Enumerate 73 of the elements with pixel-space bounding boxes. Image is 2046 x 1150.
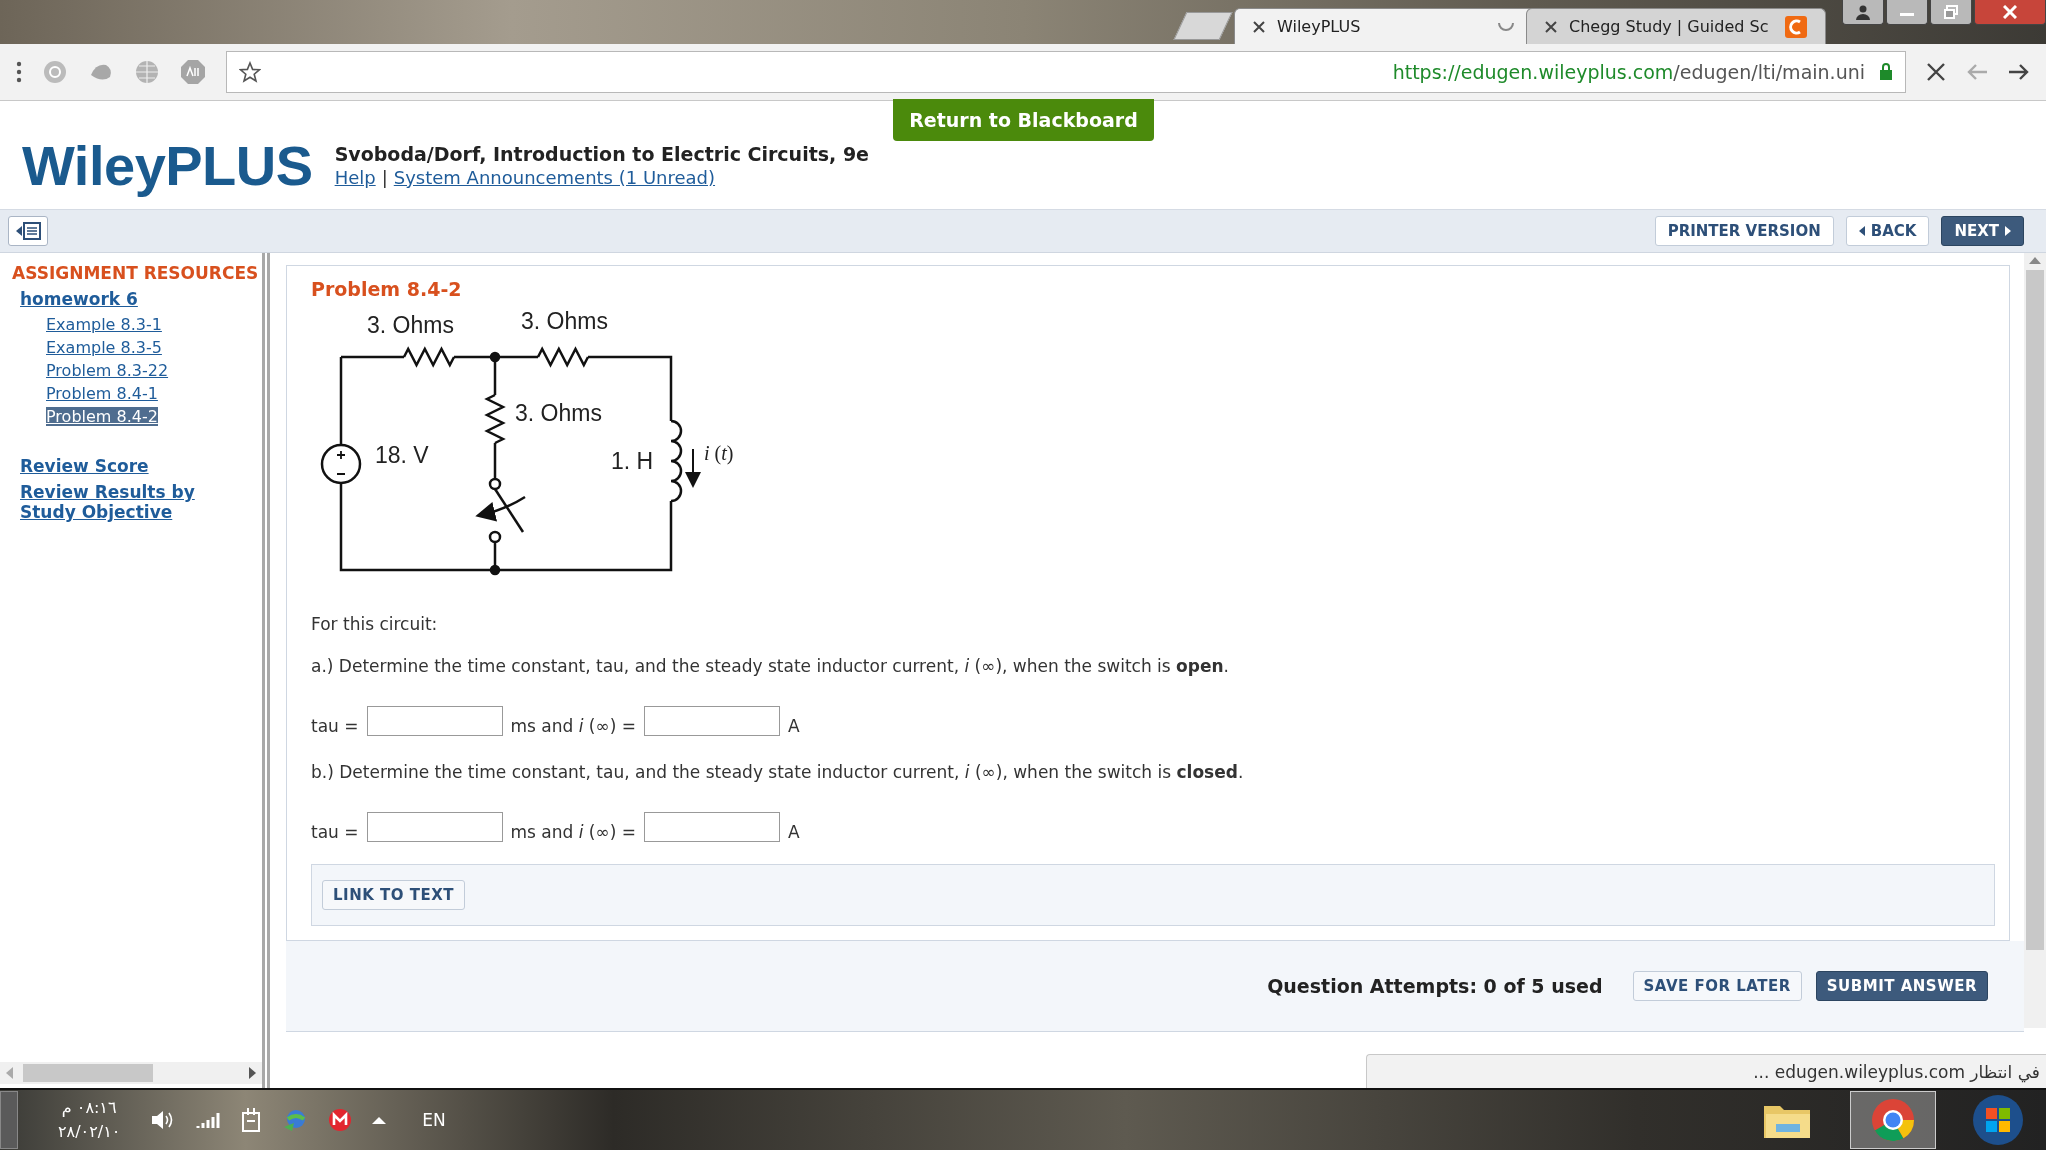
browser-tab[interactable]: Chegg Study | Guided Sc	[1526, 8, 1826, 44]
back-button[interactable]: BACK	[1845, 216, 1930, 246]
field-label: tau =	[311, 822, 359, 842]
sidebar-heading: ASSIGNMENT RESOURCES	[11, 263, 260, 283]
caret-icon[interactable]	[372, 1115, 387, 1125]
separator: |	[381, 166, 388, 188]
intro-text: For this circuit:	[311, 614, 439, 634]
announcements-link[interactable]: System Announcements (1 Unread)	[393, 166, 716, 188]
sidebar-item[interactable]: Problem 8.3-22	[46, 361, 169, 380]
answer-field[interactable]	[366, 812, 503, 842]
unit-label: A	[787, 822, 800, 842]
clock[interactable]: ٠٨:١٦ م ٢٨/٠٢/١٠	[58, 1096, 121, 1144]
link-to-text-button[interactable]: LINK TO TEXT	[322, 880, 466, 910]
menu-icon[interactable]	[16, 61, 22, 83]
scroll-right-icon[interactable]	[249, 1067, 256, 1079]
answer-field[interactable]	[366, 706, 503, 736]
sidebar-link[interactable]: Review Score	[20, 456, 220, 476]
sidebar-link[interactable]: Review Results by Study Objective	[20, 482, 220, 522]
close-icon[interactable]	[1926, 62, 1946, 82]
homework-link[interactable]: homework 6	[20, 289, 262, 309]
field-label: tau =	[311, 716, 359, 736]
circuit-label: 3. Ohms	[367, 312, 454, 339]
circuit-label: i (t)	[704, 442, 734, 465]
help-link[interactable]: Help	[334, 166, 376, 188]
answer-field[interactable]	[643, 812, 780, 842]
horizontal-scrollbar[interactable]	[0, 1062, 262, 1084]
sidebar-item[interactable]: Example 8.3-1	[46, 315, 162, 334]
circuit-label: 3. Ohms	[521, 308, 608, 335]
sidebar-item[interactable]: Problem 8.4-1	[46, 384, 158, 403]
user-icon[interactable]	[1842, 0, 1884, 25]
close-icon	[2003, 5, 2017, 19]
vertical-scrollbar[interactable]	[2024, 253, 2046, 1028]
status-text: في انتظار edugen.wileyplus.com ...	[1753, 1061, 2040, 1082]
new-tab-button[interactable]	[1173, 12, 1233, 40]
answer-field[interactable]	[643, 706, 780, 736]
language-indicator[interactable]: EN	[422, 1110, 446, 1130]
sidebar-item[interactable]: Problem 8.4-2	[46, 407, 158, 426]
address-bar[interactable]: https://edugen.wileyplus.com/edugen/lti/main.uni	[226, 51, 1906, 93]
unit-label: A	[787, 716, 800, 736]
printer-version-button[interactable]: PRINTER VERSION	[1654, 216, 1834, 246]
caret-icon	[2005, 226, 2011, 236]
sidebar-toggle-icon	[15, 222, 41, 240]
field-label: ms and i (∞) =	[510, 716, 636, 736]
problem-title: Problem 8.4-2	[311, 278, 463, 300]
minimize-button[interactable]	[1886, 0, 1928, 25]
star-icon[interactable]	[239, 61, 261, 83]
question-text: b.) Determine the time constant, tau, and the steady state inductor current, i (∞), when the switch is closed.	[311, 762, 1245, 782]
logo: WileyPLUS	[22, 132, 313, 198]
circuit-label: 18. V	[375, 442, 429, 469]
submit-answer-button[interactable]: SUBMIT ANSWER	[1815, 971, 1988, 1001]
attempts-text: Question Attempts: 0 of 5 used	[1267, 975, 1603, 997]
forward-arrow-icon[interactable]	[2008, 62, 2030, 82]
sidebar-toggle-button[interactable]	[8, 216, 48, 246]
question-text: a.) Determine the time constant, tau, and the steady state inductor current, i (∞), when the switch is open.	[311, 656, 1230, 676]
close-icon[interactable]	[1253, 20, 1265, 33]
circuit-label: 3. Ohms	[515, 400, 602, 427]
restore-icon	[1944, 5, 1958, 19]
field-label: ms and i (∞) =	[510, 822, 636, 842]
lock-icon	[1879, 63, 1893, 81]
scroll-up-icon[interactable]	[2029, 257, 2041, 264]
save-for-later-button[interactable]: SAVE FOR LATER	[1632, 971, 1802, 1001]
caret-icon	[1858, 226, 1865, 236]
tray-app-icon[interactable]	[328, 1108, 353, 1132]
signal-icon[interactable]	[196, 1110, 221, 1130]
sidebar-item[interactable]: Example 8.3-5	[46, 338, 162, 357]
close-icon[interactable]	[1545, 20, 1557, 33]
close-button[interactable]	[1974, 0, 2046, 25]
course-title: Svoboda/Dorf, Introduction to Electric Circuits, 9e	[334, 142, 869, 165]
circuit-label: 1. H	[611, 448, 654, 475]
next-button[interactable]: NEXT	[1941, 216, 2024, 246]
browser-icon[interactable]	[1850, 1091, 1936, 1149]
return-to-blackboard-button[interactable]: Return to Blackboard	[893, 99, 1154, 141]
maximize-button[interactable]	[1930, 0, 1972, 25]
